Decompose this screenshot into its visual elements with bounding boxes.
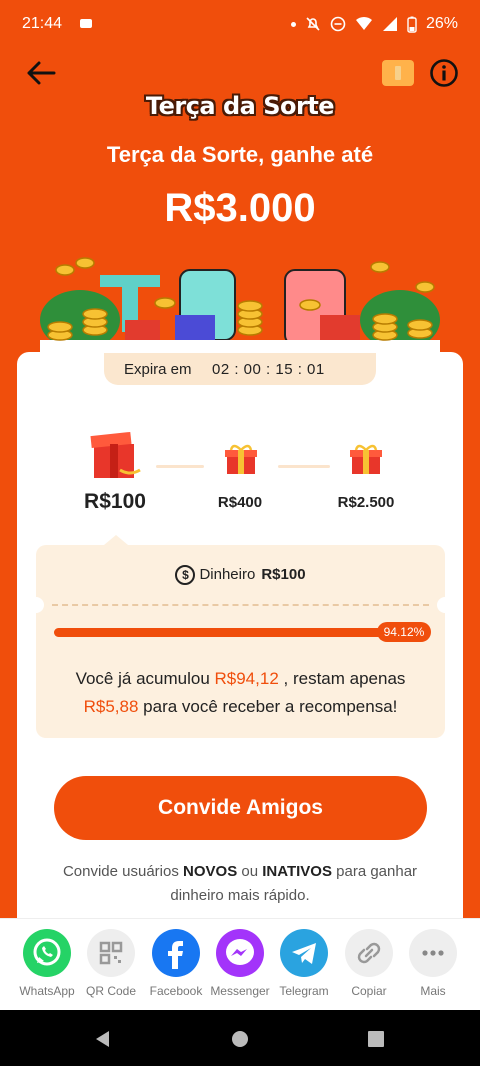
- system-nav-bar: [0, 1010, 480, 1066]
- progress-fill: [54, 628, 405, 637]
- battery-percent: 26%: [425, 15, 458, 32]
- notification-dot-icon: [290, 21, 296, 27]
- share-label: Copiar: [351, 984, 387, 998]
- remaining-amount: R$5,88: [83, 697, 139, 716]
- share-label: WhatsApp: [19, 984, 75, 998]
- messenger-icon: [216, 929, 264, 977]
- wifi-icon: [355, 16, 372, 30]
- more-icon: [409, 929, 457, 977]
- ticket-icon[interactable]: [382, 60, 414, 86]
- link-icon: [345, 929, 393, 977]
- whatsapp-icon: [23, 929, 71, 977]
- accumulated-amount: R$94,12: [214, 669, 279, 688]
- info-icon[interactable]: [429, 58, 459, 88]
- invite-note: Convide usuários NOVOS ou INATIVOS para …: [40, 860, 440, 908]
- share-whatsapp[interactable]: WhatsApp: [15, 929, 79, 998]
- share-more[interactable]: Mais: [401, 929, 465, 998]
- share-facebook[interactable]: Facebook: [144, 929, 208, 998]
- cash-row: $ Dinheiro R$100: [36, 565, 445, 585]
- telegram-icon: [280, 929, 328, 977]
- qr-code-icon: [87, 929, 135, 977]
- dashed-divider: [52, 604, 429, 606]
- expire-timer: Expira em 02 : 00 : 15 : 01: [104, 353, 376, 385]
- share-label: QR Code: [85, 984, 137, 998]
- nav-recents-icon[interactable]: [368, 1031, 384, 1047]
- expire-label: Expira em: [124, 361, 192, 378]
- tier-1-amount: R$100: [84, 490, 146, 513]
- share-label: Facebook: [149, 984, 203, 998]
- progress-bar: [54, 628, 426, 637]
- tier-connector: [278, 465, 330, 468]
- panel-notch: [437, 597, 453, 613]
- share-label: Telegram: [279, 984, 329, 998]
- msg-text: para você receber a recompensa!: [138, 697, 398, 716]
- progress-message: Você já acumulou R$94,12 , restam apenas…: [46, 665, 435, 721]
- share-copy-link[interactable]: Copiar: [337, 929, 401, 998]
- status-bar: 21:44 26%: [0, 0, 480, 48]
- note-text: Convide usuários: [62, 863, 184, 880]
- mute-icon: [306, 17, 320, 31]
- brand-logo: Terça da Sorte: [145, 92, 335, 120]
- share-messenger[interactable]: Messenger: [208, 929, 272, 998]
- back-arrow-icon[interactable]: [24, 56, 58, 90]
- note-inactive: INATIVOS: [262, 863, 332, 880]
- nav-back-icon[interactable]: [94, 1030, 112, 1048]
- dollar-coin-icon: $: [175, 565, 196, 585]
- gift-box-icon: [90, 431, 141, 478]
- tier-connector: [156, 465, 204, 468]
- share-bar: WhatsApp QR Code Facebook Messenger Tele…: [0, 918, 480, 1011]
- dnd-icon: [330, 16, 346, 32]
- msg-text: , restam apenas: [278, 669, 406, 688]
- facebook-icon: [152, 929, 200, 977]
- tier-2-amount: R$400: [217, 494, 263, 511]
- share-telegram[interactable]: Telegram: [272, 929, 336, 998]
- nav-home-icon[interactable]: [231, 1030, 249, 1048]
- invite-friends-button[interactable]: Convide Amigos: [54, 776, 427, 840]
- hero-amount: R$3.000: [164, 186, 316, 230]
- gift-icon: [350, 444, 382, 474]
- share-label: Messenger: [210, 984, 270, 998]
- note-new: NOVOS: [183, 863, 238, 880]
- hero-subtitle: Terça da Sorte, ganhe até: [106, 142, 374, 167]
- cash-value: R$100: [261, 565, 306, 583]
- panel-pointer: [104, 535, 128, 545]
- record-icon: [80, 19, 92, 28]
- tier-3-amount: R$2.500: [337, 494, 395, 511]
- battery-icon: [407, 16, 417, 33]
- panel-notch: [28, 597, 44, 613]
- progress-percent: 94.12%: [376, 622, 432, 642]
- countdown: 02 : 00 : 15 : 01: [212, 361, 325, 378]
- share-qr-code[interactable]: QR Code: [79, 929, 143, 998]
- gift-icon: [225, 444, 257, 474]
- note-text: ou: [237, 863, 263, 880]
- status-time: 21:44: [22, 15, 63, 32]
- banner-illustration: [40, 257, 440, 360]
- cash-label: Dinheiro: [199, 565, 256, 583]
- msg-text: Você já acumulou: [75, 669, 215, 688]
- progress-panel: $ Dinheiro R$100 94.12% Você já acumulou R…: [28, 535, 453, 738]
- signal-icon: [382, 17, 397, 31]
- share-label: Mais: [420, 984, 446, 998]
- status-icons: 26%: [290, 15, 458, 33]
